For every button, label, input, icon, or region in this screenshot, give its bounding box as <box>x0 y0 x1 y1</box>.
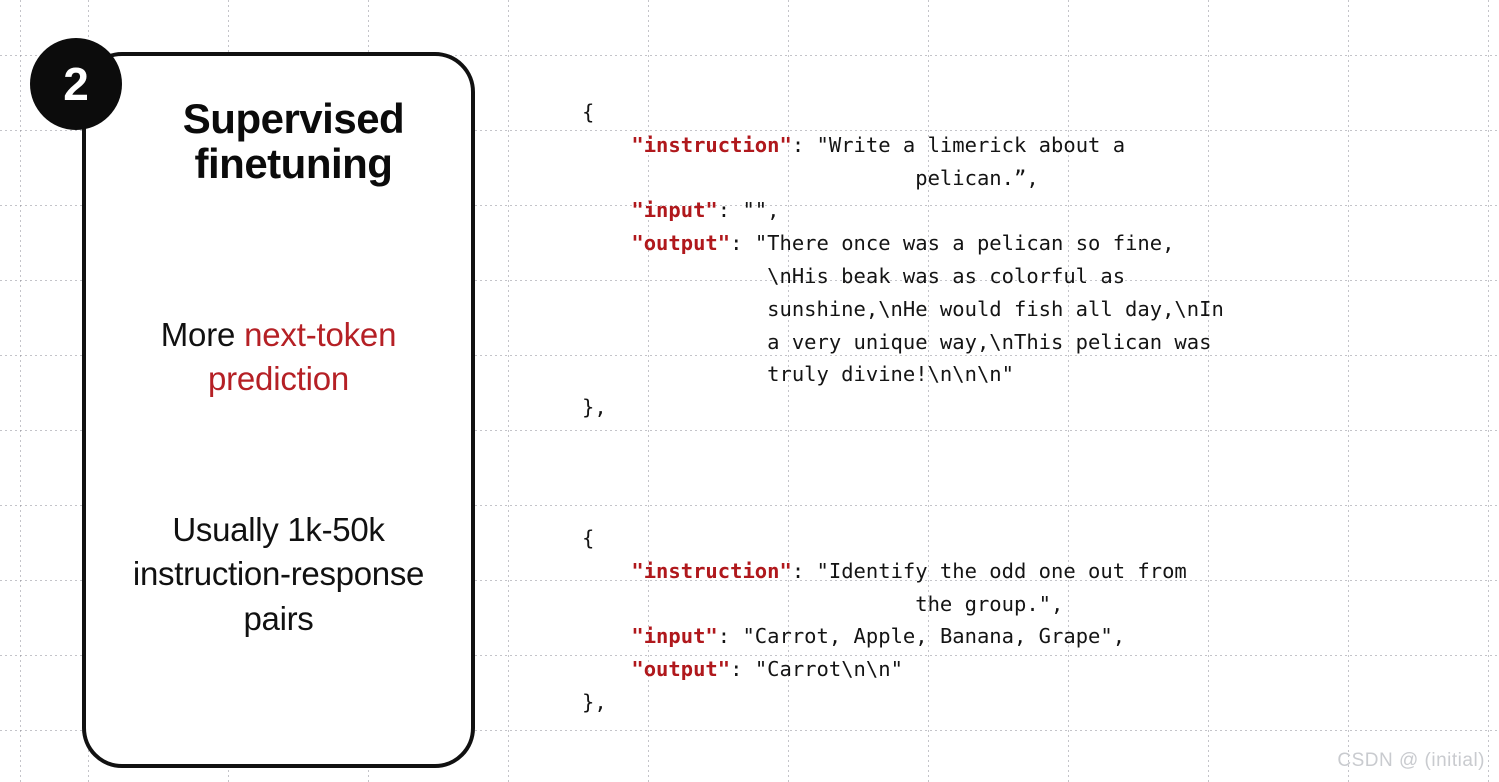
json-entry-line: "output": "Carrot\n\n" <box>582 653 1482 686</box>
json-key: "instruction" <box>631 132 792 157</box>
json-value: "Write a limerick about a <box>816 132 1126 157</box>
json-value: "Identify the odd one out from <box>816 558 1187 583</box>
json-entry-line: "output": "There once was a pelican so f… <box>582 227 1482 260</box>
step-number-badge: 2 <box>30 38 122 130</box>
json-open-brace: { <box>582 100 595 124</box>
json-separator: : <box>791 558 817 583</box>
json-separator: : <box>791 132 817 157</box>
json-entry-continuation: a very unique way,\nThis pelican was <box>582 326 1482 359</box>
json-entry-continuation: truly divine!\n\n\n" <box>582 358 1482 391</box>
json-entry-line: "instruction": "Write a limerick about a <box>582 129 1482 162</box>
grid-line-vertical <box>20 0 21 782</box>
card-title: Supervised finetuning <box>134 96 453 187</box>
card-content: Supervised finetuning More next-token pr… <box>86 56 471 764</box>
json-value: sunshine,\nHe would fish all day,\nIn <box>582 296 1224 321</box>
json-value: "There once was a pelican so fine, <box>754 231 1175 256</box>
slide-canvas: Supervised finetuning More next-token pr… <box>0 0 1499 782</box>
json-close-brace: }, <box>582 395 607 420</box>
json-entry-continuation: pelican.”, <box>582 162 1482 195</box>
json-key: "instruction" <box>631 558 792 583</box>
json-value: "Carrot\n\n" <box>754 657 903 682</box>
card-description-secondary: Usually 1k-50k instruction-response pair… <box>132 510 425 637</box>
json-separator: : <box>717 198 743 223</box>
json-value: truly divine!\n\n\n" <box>582 362 1014 387</box>
json-record: { "instruction": "Identify the odd one o… <box>582 522 1482 719</box>
json-entry-continuation: sunshine,\nHe would fish all day,\nIn <box>582 293 1482 326</box>
json-entry-continuation: the group.", <box>582 588 1482 621</box>
json-value: "", <box>742 198 780 223</box>
json-key: "output" <box>631 657 731 682</box>
json-entry-continuation: \nHis beak was as colorful as <box>582 260 1482 293</box>
json-key: "output" <box>631 231 731 256</box>
json-value: \nHis beak was as colorful as <box>582 263 1126 288</box>
grid-line-vertical <box>1488 0 1489 782</box>
json-value: "Carrot, Apple, Banana, Grape", <box>742 624 1126 649</box>
json-separator: : <box>717 624 743 649</box>
json-entry-line: "input": "", <box>582 194 1482 227</box>
json-value: pelican.”, <box>582 165 1039 190</box>
grid-line-vertical <box>508 0 509 782</box>
json-close-brace: }, <box>582 689 607 714</box>
card-title-line-1: Supervised <box>182 95 405 142</box>
card-title-line-2: finetuning <box>194 140 393 188</box>
json-sample-pane: { "instruction": "Write a limerick about… <box>582 96 1482 719</box>
json-separator: : <box>730 657 755 682</box>
json-entry-line: "input": "Carrot, Apple, Banana, Grape", <box>582 620 1482 653</box>
json-record: { "instruction": "Write a limerick about… <box>582 96 1482 424</box>
json-key: "input" <box>631 624 718 649</box>
supervised-finetuning-card: Supervised finetuning More next-token pr… <box>82 52 475 768</box>
card-description-primary: More next-token prediction <box>104 313 453 402</box>
record-separator-space <box>582 424 1482 522</box>
json-key: "input" <box>631 198 718 223</box>
json-separator: : <box>730 231 755 256</box>
description-prefix: More <box>160 315 245 353</box>
json-entry-line: "instruction": "Identify the odd one out… <box>582 555 1482 588</box>
csdn-watermark: CSDN @ (initial) <box>1337 750 1485 771</box>
json-value: a very unique way,\nThis pelican was <box>582 329 1212 354</box>
json-value: the group.", <box>582 591 1064 616</box>
json-open-brace: { <box>582 525 595 550</box>
